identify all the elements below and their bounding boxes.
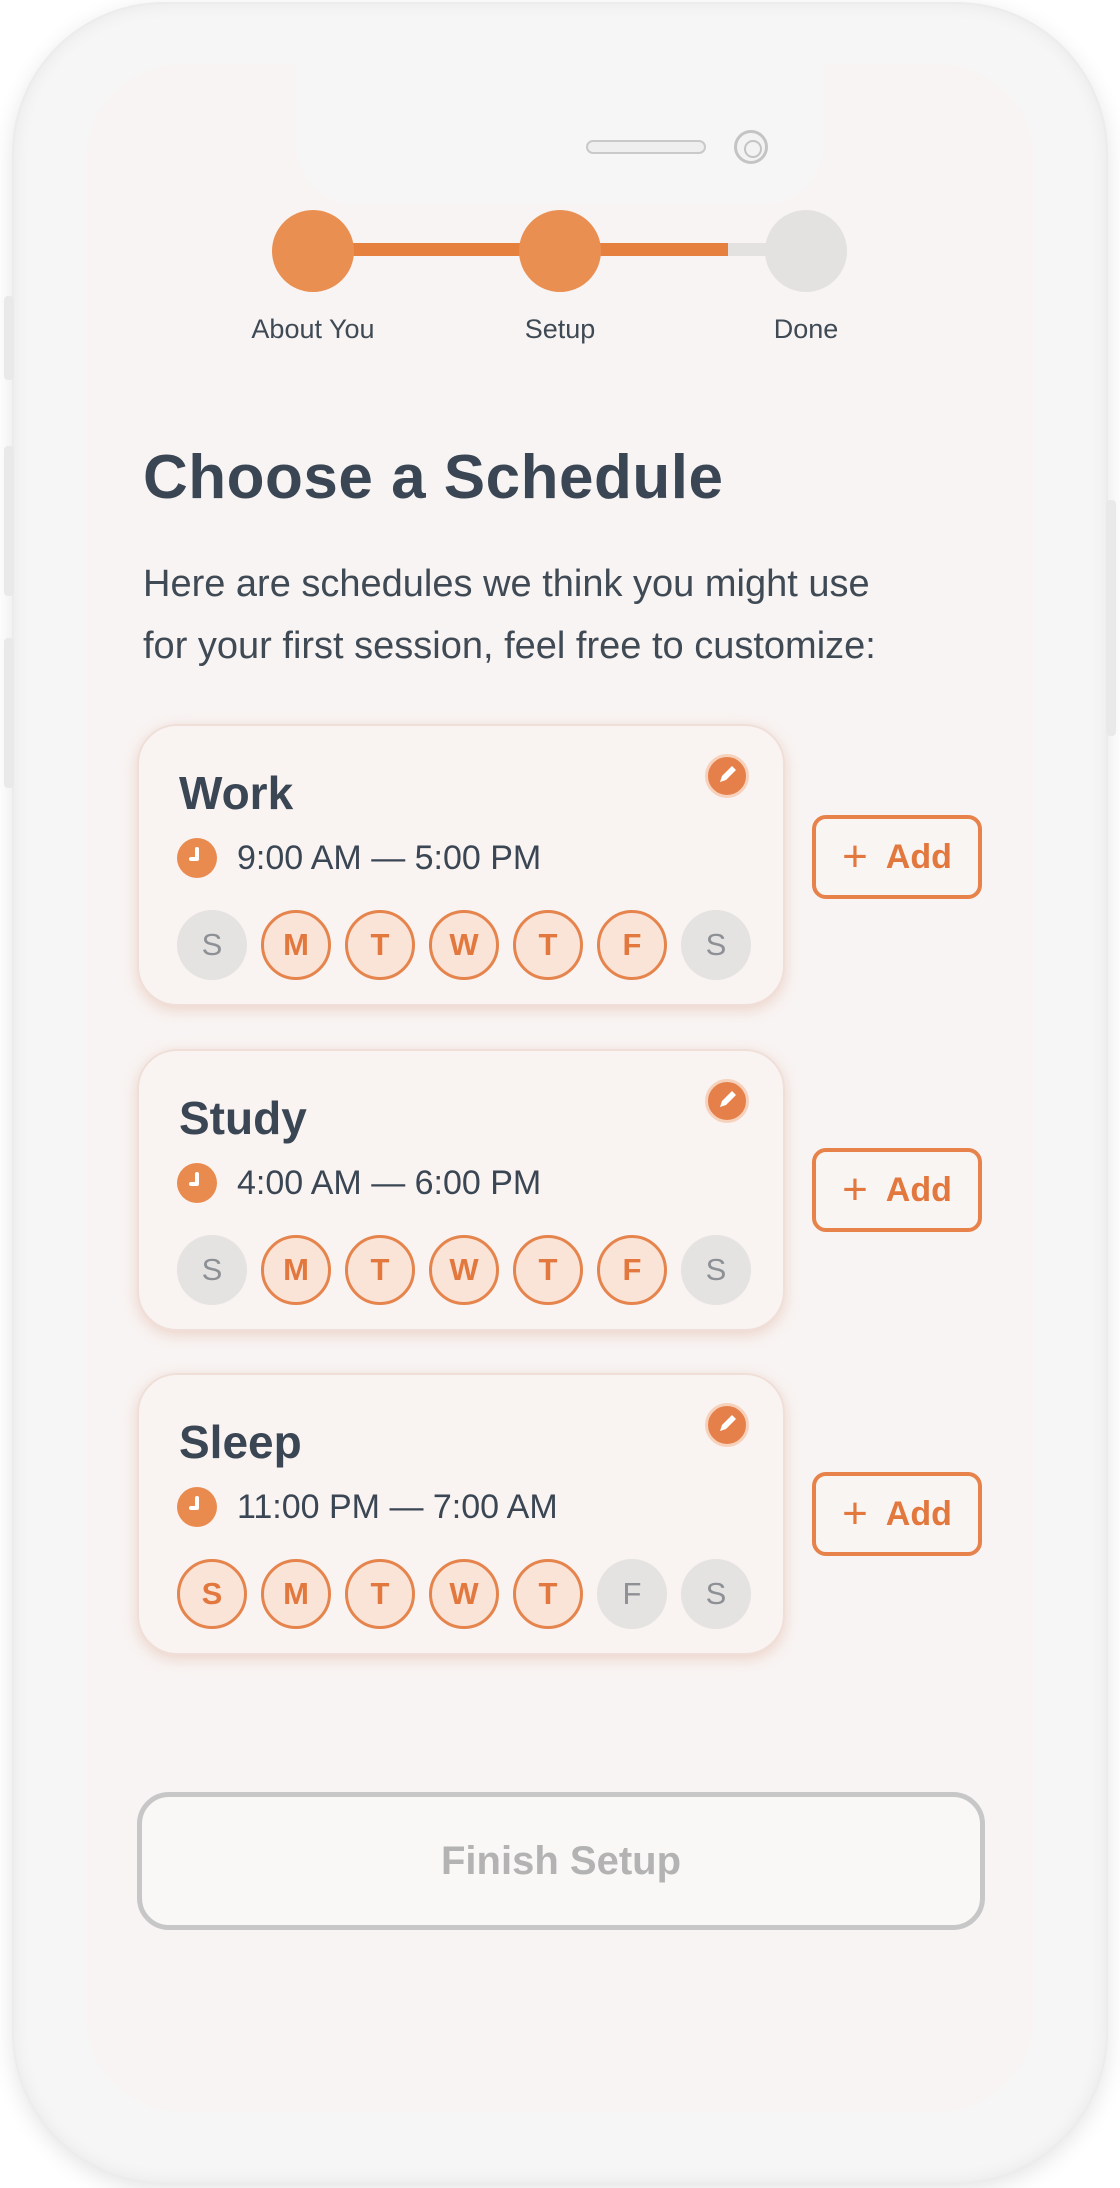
clock-icon <box>177 838 217 878</box>
add-button-label: Add <box>885 837 952 876</box>
day-mon[interactable]: M <box>261 910 331 980</box>
schedule-time-text: 9:00 AM — 5:00 PM <box>237 838 542 877</box>
day-fri[interactable]: F <box>597 1559 667 1629</box>
add-button-label: Add <box>885 1170 952 1209</box>
day-selector: S M T W T F S <box>177 910 751 980</box>
add-study-button[interactable]: + Add <box>812 1148 982 1232</box>
step-setup-dot <box>519 210 601 292</box>
subtitle-line-2: for your first session, feel free to cus… <box>143 625 876 667</box>
day-thu[interactable]: T <box>513 1235 583 1305</box>
pencil-icon[interactable] <box>705 1079 749 1123</box>
step-about-you-label: About You <box>251 314 375 344</box>
camera-icon <box>734 130 768 164</box>
clock-icon <box>177 1163 217 1203</box>
day-sat[interactable]: S <box>681 1235 751 1305</box>
page-title: Choose a Schedule <box>143 443 724 512</box>
add-sleep-button[interactable]: + Add <box>812 1472 982 1556</box>
step-done-dot <box>765 210 847 292</box>
day-mon[interactable]: M <box>261 1559 331 1629</box>
add-button-label: Add <box>885 1494 952 1533</box>
volume-down-button <box>4 638 14 788</box>
schedule-title: Study <box>179 1092 307 1144</box>
schedule-time: 4:00 AM — 6:00 PM <box>177 1163 541 1203</box>
silent-switch <box>4 296 14 380</box>
schedule-time: 11:00 PM — 7:00 AM <box>177 1487 558 1527</box>
day-tue[interactable]: T <box>345 910 415 980</box>
day-sun[interactable]: S <box>177 1559 247 1629</box>
plus-icon: + <box>842 1165 868 1214</box>
day-tue[interactable]: T <box>345 1235 415 1305</box>
plus-icon: + <box>842 1489 868 1538</box>
day-mon[interactable]: M <box>261 1235 331 1305</box>
day-sat[interactable]: S <box>681 1559 751 1629</box>
schedule-card-study[interactable]: Study 4:00 AM — 6:00 PM S M T W T F S <box>137 1049 785 1331</box>
pencil-icon[interactable] <box>705 754 749 798</box>
schedule-title: Sleep <box>179 1416 302 1468</box>
finish-setup-button[interactable]: Finish Setup <box>137 1792 985 1930</box>
schedule-title: Work <box>179 767 294 819</box>
step-setup-label: Setup <box>524 314 596 344</box>
speaker <box>586 140 706 154</box>
day-fri[interactable]: F <box>597 910 667 980</box>
schedule-card-sleep[interactable]: Sleep 11:00 PM — 7:00 AM S M T W T F S <box>137 1373 785 1655</box>
subtitle-line-1: Here are schedules we think you might us… <box>143 563 870 605</box>
day-selector: S M T W T F S <box>177 1559 751 1629</box>
schedule-card-work[interactable]: Work 9:00 AM — 5:00 PM S M T W T F S <box>137 724 785 1006</box>
day-sat[interactable]: S <box>681 910 751 980</box>
page-subtitle: Here are schedules we think you might us… <box>143 553 983 677</box>
day-sun[interactable]: S <box>177 1235 247 1305</box>
day-selector: S M T W T F S <box>177 1235 751 1305</box>
day-wed[interactable]: W <box>429 1559 499 1629</box>
schedule-time-text: 11:00 PM — 7:00 AM <box>237 1487 558 1526</box>
step-about-you-dot <box>272 210 354 292</box>
add-work-button[interactable]: + Add <box>812 815 982 899</box>
day-wed[interactable]: W <box>429 1235 499 1305</box>
pencil-icon[interactable] <box>705 1403 749 1447</box>
day-thu[interactable]: T <box>513 910 583 980</box>
clock-icon <box>177 1487 217 1527</box>
day-sun[interactable]: S <box>177 910 247 980</box>
day-tue[interactable]: T <box>345 1559 415 1629</box>
step-done-label: Done <box>773 314 839 344</box>
power-button <box>1106 500 1116 736</box>
day-wed[interactable]: W <box>429 910 499 980</box>
schedule-time-text: 4:00 AM — 6:00 PM <box>237 1163 542 1202</box>
day-fri[interactable]: F <box>597 1235 667 1305</box>
plus-icon: + <box>842 832 868 881</box>
day-thu[interactable]: T <box>513 1559 583 1629</box>
schedule-time: 9:00 AM — 5:00 PM <box>177 838 541 878</box>
volume-up-button <box>4 446 14 596</box>
